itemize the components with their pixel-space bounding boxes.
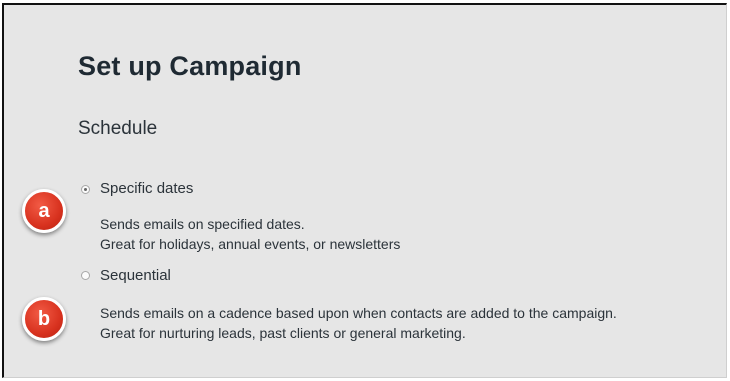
sequential-label[interactable]: Sequential xyxy=(100,267,171,284)
annotation-marker-b: b xyxy=(22,297,66,341)
specific-dates-radio[interactable] xyxy=(81,185,90,194)
specific-dates-description-line1: Sends emails on specified dates. xyxy=(100,214,305,234)
page-title: Set up Campaign xyxy=(78,51,302,82)
specific-dates-description-line2: Great for holidays, annual events, or ne… xyxy=(100,234,400,254)
annotation-marker-a: a xyxy=(22,189,66,233)
sequential-description-line2: Great for nurturing leads, past clients … xyxy=(100,323,466,343)
campaign-setup-panel: Set up Campaign Schedule Specific dates … xyxy=(2,3,727,378)
sequential-radio[interactable] xyxy=(81,271,90,280)
specific-dates-label[interactable]: Specific dates xyxy=(100,180,193,197)
sequential-description-line1: Sends emails on a cadence based upon whe… xyxy=(100,303,617,323)
schedule-heading: Schedule xyxy=(78,118,157,140)
